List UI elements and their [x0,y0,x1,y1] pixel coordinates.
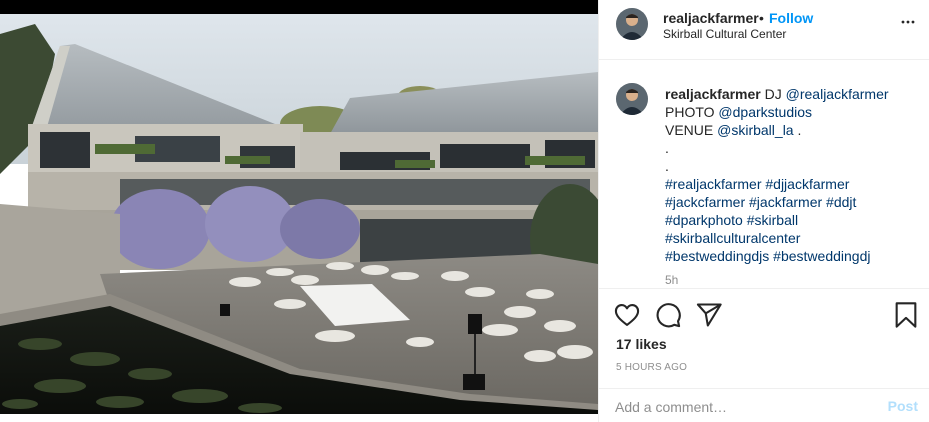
caption-dot: . [665,158,669,174]
post-header: realjackfarmer • Follow Skirball Cultura… [599,0,929,60]
mention-link[interactable]: @skirball_la [717,122,793,138]
caption-avatar[interactable] [616,83,648,115]
hashtag-line[interactable]: #jackcfarmer #jackfarmer #ddjt [665,193,913,211]
caption-suffix: . [793,122,802,138]
header-username[interactable]: realjackfarmer [663,10,759,26]
follow-button[interactable]: Follow [769,10,813,26]
post-photo[interactable] [0,14,598,414]
heart-icon[interactable] [613,301,641,329]
more-horizontal-icon[interactable] [898,12,918,32]
likes-count[interactable]: 17 likes [616,336,667,352]
bookmark-icon[interactable] [892,301,920,329]
caption-line: realjackfarmer DJ @realjackfarmer [665,85,913,103]
caption-line: VENUE @skirball_la . [665,121,913,139]
caption-text: realjackfarmer DJ @realjackfarmer PHOTO … [665,85,913,288]
action-bar [599,288,929,340]
avatar[interactable] [616,8,648,40]
post-timestamp[interactable]: 5 HOURS AGO [616,362,687,373]
comment-icon[interactable] [654,301,682,329]
caption-dot: . [665,140,669,156]
hashtag-line[interactable]: #skirballculturalcenter [665,229,913,247]
comment-input[interactable] [615,397,865,417]
instagram-post: realjackfarmer • Follow Skirball Cultura… [0,0,929,422]
caption-line: PHOTO @dparkstudios [665,103,913,121]
caption-prefix: PHOTO [665,104,719,120]
media-letterbox-bottom [0,414,598,422]
media-letterbox-top [0,0,598,14]
caption-username[interactable]: realjackfarmer [665,86,761,102]
caption-timestamp[interactable]: 5h [665,271,913,288]
hashtag-line[interactable]: #bestweddingdjs #bestweddingdj [665,247,913,265]
comments-area[interactable]: realjackfarmer DJ @realjackfarmer PHOTO … [599,61,929,288]
hashtag-line[interactable]: #realjackfarmer #djjackfarmer [665,175,913,193]
caption-prefix: DJ [764,86,786,102]
comment-form: Post [599,388,929,422]
location-link[interactable]: Skirball Cultural Center [663,27,786,41]
mention-link[interactable]: @realjackfarmer [786,86,889,102]
post-side-panel: realjackfarmer • Follow Skirball Cultura… [598,0,929,422]
post-comment-button[interactable]: Post [888,398,918,414]
mention-link[interactable]: @dparkstudios [718,104,812,120]
header-separator: • [759,10,764,26]
caption-prefix: VENUE [665,122,718,138]
post-media[interactable] [0,0,598,422]
hashtag-line[interactable]: #dparkphoto #skirball [665,211,913,229]
share-icon[interactable] [695,301,723,329]
